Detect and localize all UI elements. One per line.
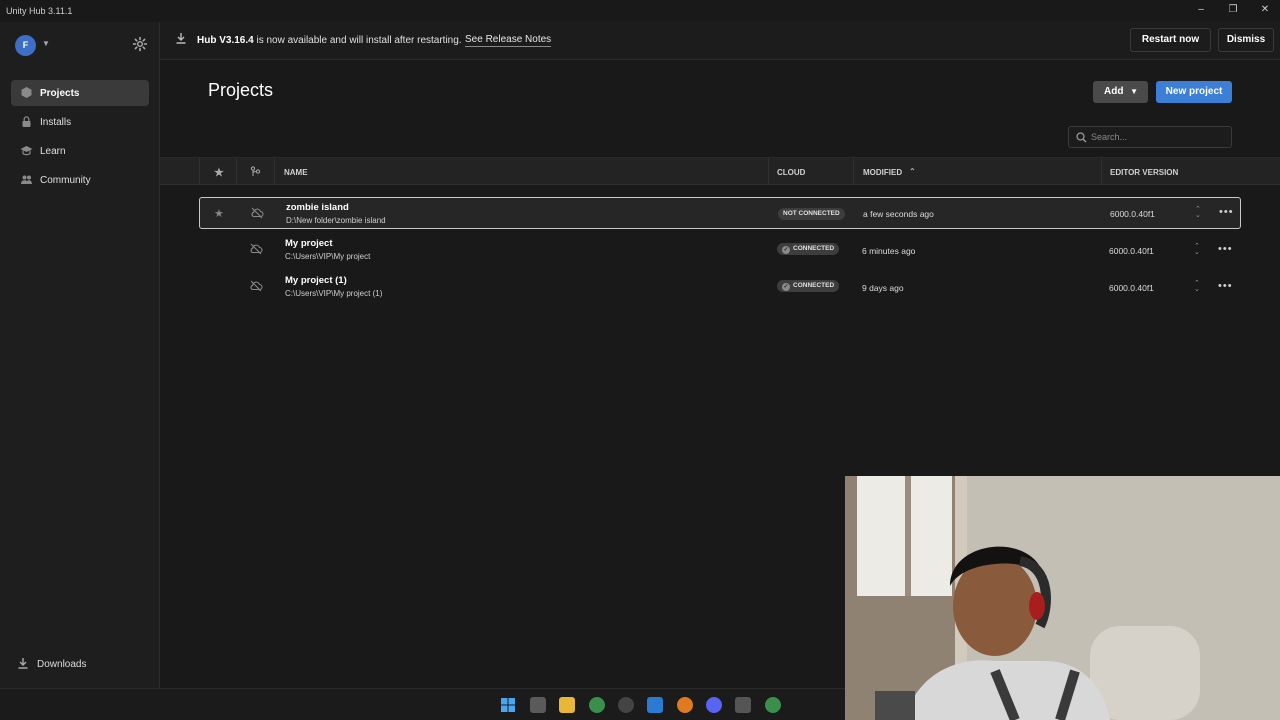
table-row[interactable]: ★ zombie island D:\New folder\zombie isl… xyxy=(199,197,1241,229)
search-input[interactable] xyxy=(1091,130,1221,144)
avatar[interactable]: F xyxy=(15,35,36,56)
modified-time: 6 minutes ago xyxy=(862,246,916,256)
branch-icon[interactable] xyxy=(250,166,261,177)
close-button[interactable]: ✕ xyxy=(1250,2,1280,18)
restart-now-button[interactable]: Restart now xyxy=(1130,28,1211,52)
version-select-icon[interactable]: ⌃ ⌄ xyxy=(1194,243,1200,256)
star-icon[interactable]: ★ xyxy=(214,207,224,220)
gear-icon[interactable] xyxy=(132,36,148,52)
version-select-icon[interactable]: ⌃ ⌄ xyxy=(1195,206,1201,219)
project-path: D:\New folder\zombie island xyxy=(286,216,386,225)
cloud-off-icon[interactable] xyxy=(249,280,263,292)
graduation-cap-icon xyxy=(20,146,33,156)
modified-time: 9 days ago xyxy=(862,283,904,293)
discord-icon[interactable] xyxy=(706,697,722,713)
project-path: C:\Users\VIP\My project (1) xyxy=(285,289,383,298)
project-path: C:\Users\VIP\My project xyxy=(285,252,371,261)
search-icon xyxy=(1076,132,1087,143)
cloud-status-label: CONNECTED xyxy=(793,245,835,252)
column-modified[interactable]: MODIFIED xyxy=(863,168,902,177)
sidebar-item-label: Learn xyxy=(40,146,66,157)
modified-time: a few seconds ago xyxy=(863,209,934,219)
column-divider xyxy=(236,158,237,185)
more-options-icon[interactable]: ••• xyxy=(1218,280,1233,292)
table-row[interactable]: My project (1) C:\Users\VIP\My project (… xyxy=(199,271,1241,303)
editor-version: 6000.0.40f1 xyxy=(1109,246,1154,256)
add-label: Add xyxy=(1104,86,1124,97)
add-button[interactable]: Add ▼ xyxy=(1093,81,1148,103)
project-name: My project xyxy=(285,238,333,249)
sidebar-item-label: Installs xyxy=(40,117,72,128)
update-text: is now available and will install after … xyxy=(253,35,462,46)
lock-icon xyxy=(22,116,31,127)
cloud-off-icon[interactable] xyxy=(250,207,264,219)
update-version: Hub V3.16.4 xyxy=(197,35,254,46)
column-name[interactable]: NAME xyxy=(284,168,308,177)
check-icon: ✓ xyxy=(782,246,790,254)
blender-icon[interactable] xyxy=(677,697,693,713)
editor-version: 6000.0.40f1 xyxy=(1109,283,1154,293)
file-explorer-icon[interactable] xyxy=(559,697,575,713)
cloud-status-badge: NOT CONNECTED xyxy=(778,208,845,220)
sidebar-item-learn[interactable]: Learn xyxy=(11,138,149,164)
chrome-icon[interactable] xyxy=(765,697,781,713)
column-editor-version[interactable]: EDITOR VERSION xyxy=(1110,168,1178,177)
webcam-overlay xyxy=(845,476,1280,720)
window-title: Unity Hub 3.11.1 xyxy=(6,6,73,16)
download-icon xyxy=(18,658,28,669)
unity-hub-icon[interactable] xyxy=(735,697,751,713)
new-project-button[interactable]: New project xyxy=(1156,81,1232,103)
people-icon xyxy=(21,175,32,184)
windows-start-icon[interactable] xyxy=(500,697,516,713)
column-divider xyxy=(1101,158,1102,185)
task-view-icon[interactable] xyxy=(530,697,546,713)
cloud-status-badge: ✓ CONNECTED xyxy=(777,280,840,292)
sidebar: F ▼ Projects Installs Learn Community Do… xyxy=(0,22,160,688)
cube-icon xyxy=(21,87,32,98)
version-select-icon[interactable]: ⌃ ⌄ xyxy=(1194,280,1200,293)
editor-version: 6000.0.40f1 xyxy=(1110,209,1155,219)
check-icon: ✓ xyxy=(782,283,790,291)
project-name: My project (1) xyxy=(285,275,347,286)
downloads-button[interactable]: Downloads xyxy=(18,658,86,672)
page-title: Projects xyxy=(208,80,274,100)
column-divider xyxy=(274,158,275,185)
dismiss-button[interactable]: Dismiss xyxy=(1218,28,1274,52)
search-box[interactable] xyxy=(1068,126,1232,148)
restore-button[interactable]: ❐ xyxy=(1218,2,1248,18)
more-options-icon[interactable]: ••• xyxy=(1218,243,1233,255)
sidebar-item-community[interactable]: Community xyxy=(11,167,149,193)
webcam-photo xyxy=(845,476,1280,720)
chevron-down-icon[interactable]: ▼ xyxy=(42,39,50,48)
downloads-label: Downloads xyxy=(37,659,87,670)
sidebar-item-installs[interactable]: Installs xyxy=(11,109,149,135)
release-notes-link[interactable]: See Release Notes xyxy=(465,34,552,47)
table-header: ★ NAME CLOUD MODIFIED ⌃ EDITOR VERSION xyxy=(160,157,1280,185)
more-options-icon[interactable]: ••• xyxy=(1219,206,1234,218)
taskbar xyxy=(0,688,845,720)
chrome-icon[interactable] xyxy=(589,697,605,713)
download-icon xyxy=(176,33,186,44)
column-divider xyxy=(199,158,200,185)
column-cloud[interactable]: CLOUD xyxy=(777,168,805,177)
minimize-button[interactable]: – xyxy=(1186,2,1216,18)
column-divider xyxy=(768,158,769,185)
app-icon[interactable] xyxy=(618,697,634,713)
project-name: zombie island xyxy=(286,202,349,213)
chevron-down-icon: ▼ xyxy=(1130,87,1138,96)
store-icon[interactable] xyxy=(647,697,663,713)
star-icon[interactable]: ★ xyxy=(214,166,224,179)
cloud-status-badge: ✓ CONNECTED xyxy=(777,243,840,255)
title-bar: Unity Hub 3.11.1 – ❐ ✕ xyxy=(0,0,1280,22)
sidebar-item-projects[interactable]: Projects xyxy=(11,80,149,106)
sidebar-item-label: Projects xyxy=(40,88,80,99)
sidebar-item-label: Community xyxy=(40,175,91,186)
update-message: Hub V3.16.4 is now available and will in… xyxy=(197,35,462,46)
cloud-off-icon[interactable] xyxy=(249,243,263,255)
update-banner: Hub V3.16.4 is now available and will in… xyxy=(160,22,1280,60)
table-row[interactable]: My project C:\Users\VIP\My project ✓ CONN… xyxy=(199,234,1241,266)
cloud-status-label: CONNECTED xyxy=(793,282,835,289)
column-divider xyxy=(853,158,854,185)
sort-ascending-icon[interactable]: ⌃ xyxy=(909,167,916,176)
